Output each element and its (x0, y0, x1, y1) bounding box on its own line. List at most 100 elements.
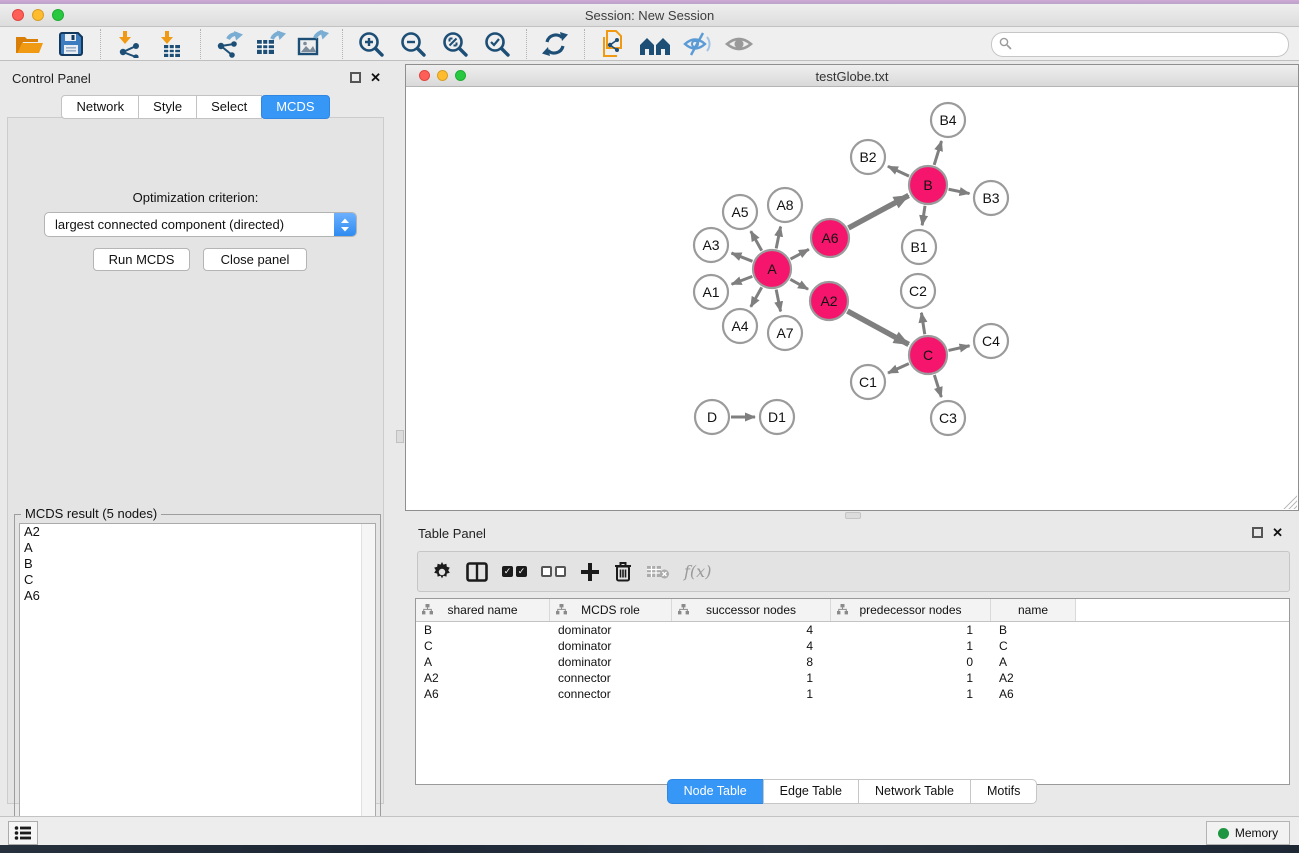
table-cell[interactable]: dominator (550, 623, 672, 637)
export-table-icon[interactable] (254, 29, 288, 59)
add-column-icon[interactable] (580, 562, 600, 582)
mcds-result-list[interactable]: A2ABCA6 (19, 523, 376, 852)
edge-A2-C[interactable] (847, 311, 908, 344)
table-cell[interactable]: B (416, 623, 550, 637)
edge-A-A3[interactable] (731, 253, 752, 261)
hide-selected-icon[interactable] (680, 29, 714, 59)
table-row[interactable]: Cdominator41C (416, 638, 1289, 654)
show-all-icon[interactable] (722, 29, 756, 59)
table-cell[interactable]: connector (550, 671, 672, 685)
zoom-selected-icon[interactable] (480, 29, 514, 59)
table-cell[interactable]: A6 (991, 687, 1076, 701)
edge-A-A2[interactable] (790, 279, 808, 289)
table-cell[interactable]: B (991, 623, 1076, 637)
table-cell[interactable]: A2 (991, 671, 1076, 685)
memory-button[interactable]: Memory (1206, 821, 1290, 845)
table-cell[interactable]: dominator (550, 655, 672, 669)
edge-B-B3[interactable] (949, 189, 970, 193)
tab-mcds[interactable]: MCDS (261, 95, 329, 119)
edge-C-C1[interactable] (888, 364, 909, 373)
table-cell[interactable]: A (991, 655, 1076, 669)
search-input[interactable] (1016, 34, 1282, 55)
table-cell[interactable]: 1 (831, 623, 991, 637)
zoom-out-icon[interactable] (396, 29, 430, 59)
clone-network-icon[interactable] (596, 29, 630, 59)
vertical-splitter-handle[interactable] (396, 430, 404, 443)
column-header-predecessor-nodes[interactable]: predecessor nodes (831, 599, 991, 621)
table-cell[interactable]: 1 (831, 687, 991, 701)
table-cell[interactable]: 8 (672, 655, 831, 669)
automation-panel-button[interactable] (8, 821, 38, 845)
tab-motifs[interactable]: Motifs (970, 779, 1037, 804)
result-item[interactable]: A (20, 540, 375, 556)
tab-style[interactable]: Style (138, 95, 197, 119)
close-panel-icon[interactable]: ✕ (370, 72, 381, 83)
open-folder-icon[interactable] (12, 29, 46, 59)
edge-A6-B[interactable] (848, 195, 908, 228)
export-image-icon[interactable] (296, 29, 330, 59)
edge-A-A8[interactable] (776, 227, 780, 249)
table-cell[interactable]: 1 (831, 671, 991, 685)
table-cell[interactable]: 4 (672, 623, 831, 637)
horizontal-splitter-handle[interactable] (845, 512, 861, 519)
split-view-icon[interactable] (466, 562, 488, 582)
table-cell[interactable]: 1 (831, 639, 991, 653)
delete-table-icon[interactable] (646, 564, 670, 580)
select-all-columns-icon[interactable]: ✓✓ (502, 566, 527, 577)
close-table-panel-icon[interactable]: ✕ (1272, 527, 1283, 538)
result-item[interactable]: A6 (20, 588, 375, 604)
edge-A-A6[interactable] (791, 249, 809, 259)
result-item[interactable]: A2 (20, 524, 375, 540)
import-table-icon[interactable] (154, 29, 188, 59)
search-box[interactable] (991, 32, 1289, 57)
edge-A-A4[interactable] (751, 287, 762, 307)
refresh-icon[interactable] (538, 29, 572, 59)
table-row[interactable]: Bdominator41B (416, 622, 1289, 638)
table-cell[interactable]: dominator (550, 639, 672, 653)
edge-B-B2[interactable] (888, 166, 909, 176)
table-cell[interactable]: connector (550, 687, 672, 701)
table-cell[interactable]: 1 (672, 687, 831, 701)
function-builder-icon[interactable]: f(x) (684, 562, 711, 581)
edge-C-C2[interactable] (921, 313, 924, 335)
result-item[interactable]: B (20, 556, 375, 572)
table-cell[interactable]: 0 (831, 655, 991, 669)
table-row[interactable]: A6connector11A6 (416, 686, 1289, 702)
criterion-dropdown[interactable]: largest connected component (directed) (44, 212, 357, 237)
edge-A-A1[interactable] (732, 276, 753, 284)
tab-select[interactable]: Select (196, 95, 262, 119)
network-canvas[interactable]: B4B2BB3A8A5A6A3B1AA1C2A2A4A7C4CC1C3DD1 (406, 87, 1298, 510)
zoom-fit-icon[interactable] (438, 29, 472, 59)
table-cell[interactable]: 4 (672, 639, 831, 653)
table-cell[interactable]: A6 (416, 687, 550, 701)
float-panel-icon[interactable] (350, 72, 361, 83)
table-cell[interactable]: 1 (672, 671, 831, 685)
run-mcds-button[interactable]: Run MCDS (93, 248, 190, 271)
edge-B-B1[interactable] (922, 206, 925, 225)
column-header-successor-nodes[interactable]: successor nodes (672, 599, 831, 621)
save-session-icon[interactable] (54, 29, 88, 59)
table-cell[interactable]: C (416, 639, 550, 653)
tab-network-table[interactable]: Network Table (858, 779, 971, 804)
export-network-icon[interactable] (212, 29, 246, 59)
zoom-in-icon[interactable] (354, 29, 388, 59)
edge-C-C3[interactable] (934, 375, 941, 397)
app-titlebar[interactable]: Session: New Session (0, 4, 1299, 27)
column-header-MCDS-role[interactable]: MCDS role (550, 599, 672, 621)
edge-B-B4[interactable] (934, 141, 941, 165)
first-neighbors-icon[interactable] (638, 29, 672, 59)
network-titlebar[interactable]: testGlobe.txt (406, 65, 1298, 87)
edge-C-C4[interactable] (948, 346, 969, 351)
result-item[interactable]: C (20, 572, 375, 588)
table-row[interactable]: A2connector11A2 (416, 670, 1289, 686)
network-view-window[interactable]: testGlobe.txt B4B2BB3A8A5A6A3B1AA1C2A2A4… (405, 64, 1299, 511)
edge-A-A5[interactable] (751, 231, 762, 251)
edge-A-A7[interactable] (776, 290, 780, 312)
tab-edge-table[interactable]: Edge Table (763, 779, 859, 804)
window-resize-grip[interactable] (1283, 495, 1297, 509)
tab-node-table[interactable]: Node Table (667, 779, 764, 804)
import-network-icon[interactable] (112, 29, 146, 59)
close-panel-button[interactable]: Close panel (203, 248, 307, 271)
float-table-panel-icon[interactable] (1252, 527, 1263, 538)
delete-column-trash-icon[interactable] (614, 561, 632, 582)
